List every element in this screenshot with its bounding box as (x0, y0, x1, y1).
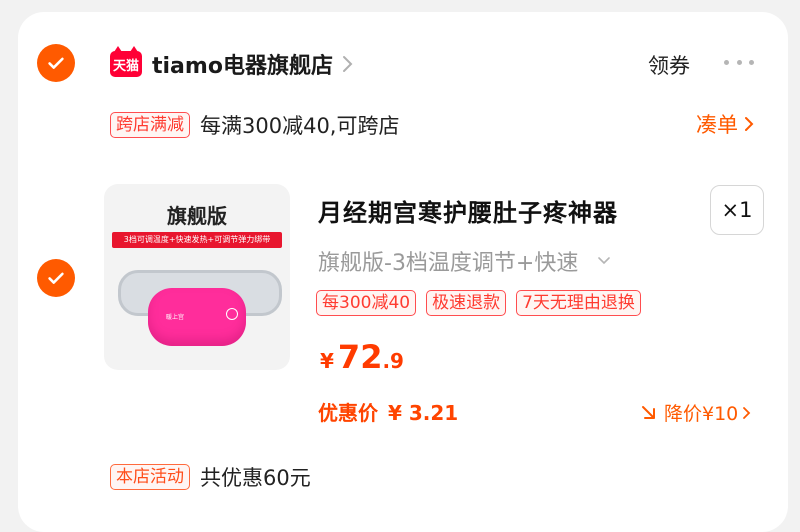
cross-store-promo: 跨店满减 每满300减40,可跨店 (110, 110, 399, 140)
service-tags: 每300减40 极速退款 7天无理由退换 (316, 290, 641, 316)
cart-store-card: 天猫 tiamo电器旗舰店 领券 跨店满减 每满300减40,可跨店 凑单 旗舰… (18, 12, 788, 532)
checkmark-icon (48, 272, 64, 284)
tmall-logo: 天猫 (110, 46, 142, 77)
coupon-button[interactable]: 领券 (648, 50, 690, 80)
chevron-right-icon (743, 406, 751, 419)
item-select-checkbox[interactable] (37, 259, 75, 297)
discount-tag: 每300减40 (316, 290, 417, 316)
store-name[interactable]: tiamo电器旗舰店 (152, 48, 333, 80)
price-decimal: .9 (382, 349, 404, 373)
return-policy-tag: 7天无理由退换 (516, 290, 641, 316)
image-title: 旗舰版 (167, 204, 227, 228)
sku-selector[interactable]: 旗舰版-3档温度调节+快速 (318, 245, 611, 277)
quantity-button[interactable]: ×1 (710, 185, 764, 235)
store-activity-text: 共优惠60元 (200, 466, 311, 490)
sku-text: 旗舰版-3档温度调节+快速 (318, 251, 579, 276)
product-price: ¥72.9 (320, 338, 404, 376)
chevron-down-icon (598, 257, 611, 265)
store-header[interactable]: 天猫 tiamo电器旗舰店 (110, 46, 353, 82)
power-button-icon (226, 308, 238, 320)
price-currency: ¥ (320, 349, 334, 373)
tmall-logo-text: 天猫 (112, 58, 139, 74)
store-select-checkbox[interactable] (37, 44, 75, 82)
store-activity-tag: 本店活动 (110, 464, 190, 490)
promo-price-value: ¥ 3.21 (388, 401, 459, 425)
pad-logo: 暖上宫 (166, 314, 185, 321)
checkmark-icon (48, 57, 64, 69)
combine-order-button[interactable]: 凑单 (696, 109, 754, 139)
store-activity: 本店活动 共优惠60元 (110, 462, 311, 492)
image-feature-band: 3档可调温度+快速发热+可调节弹力绑带 (112, 232, 282, 248)
more-dots-icon[interactable] (724, 52, 754, 72)
cross-store-tag: 跨店满减 (110, 112, 190, 138)
belt-heating-pad: 暖上宫 (148, 288, 246, 346)
combine-order-label: 凑单 (696, 113, 738, 137)
arrow-down-right-icon (642, 405, 655, 419)
product-image[interactable]: 旗舰版 3档可调温度+快速发热+可调节弹力绑带 暖上宫 (104, 184, 290, 370)
promo-price-label: 优惠价 (318, 401, 378, 425)
chevron-right-icon (342, 56, 353, 72)
price-drop-link[interactable]: 降价¥10 (640, 399, 751, 426)
price-integer: 72 (337, 338, 383, 376)
chevron-right-icon (745, 117, 754, 131)
fast-refund-tag: 极速退款 (426, 290, 507, 316)
promo-price: 优惠价 ¥ 3.21 (318, 397, 458, 426)
promo-text: 每满300减40,可跨店 (200, 114, 400, 138)
price-drop-text: 降价¥10 (664, 403, 739, 425)
product-title[interactable]: 月经期宫寒护腰肚子疼神器 (318, 193, 618, 228)
